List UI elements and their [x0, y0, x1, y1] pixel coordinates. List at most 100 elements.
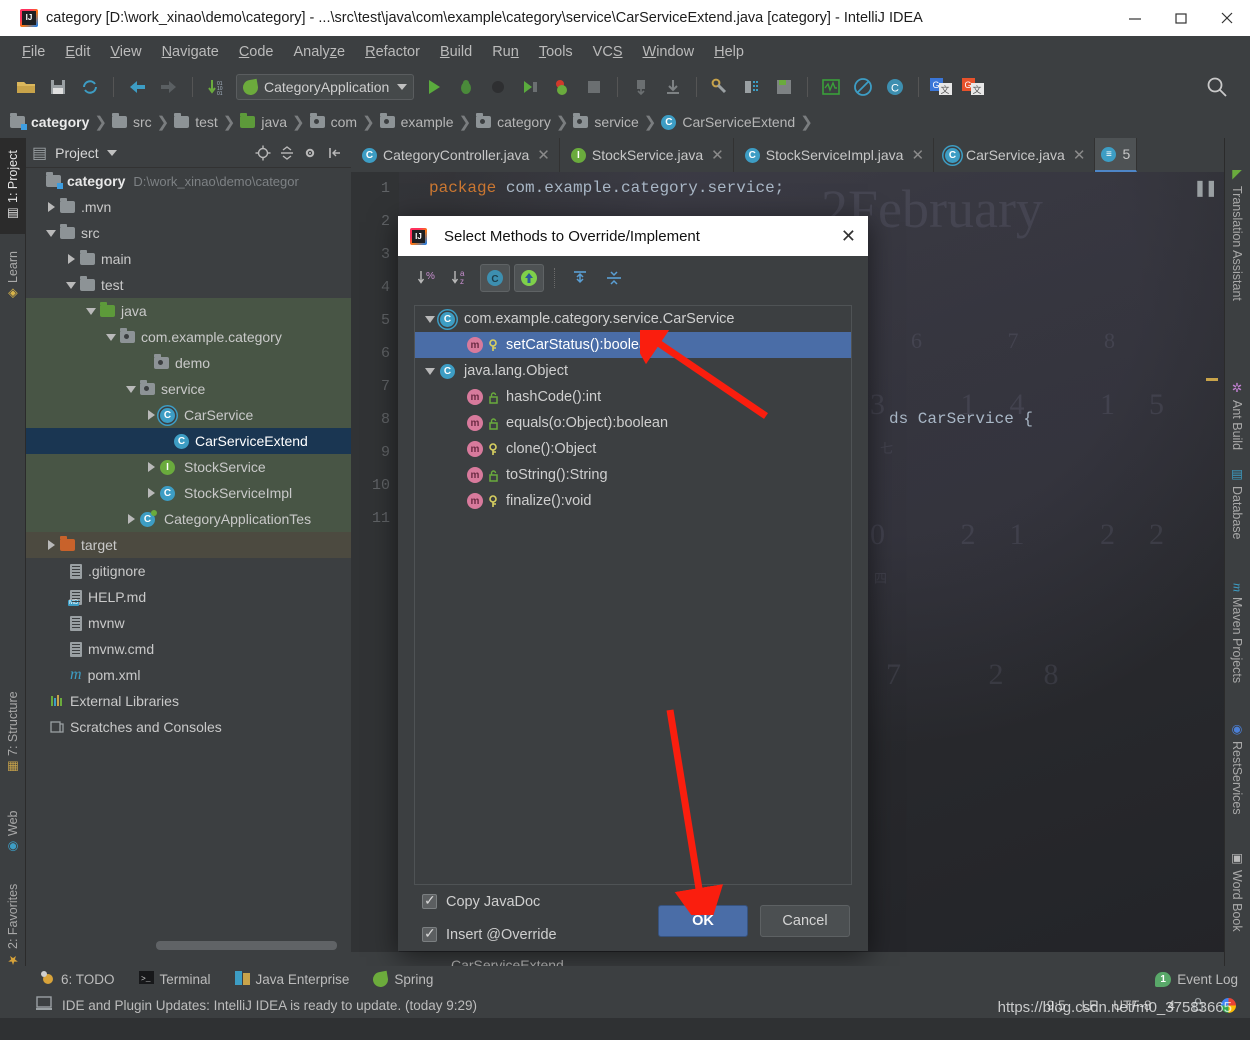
- checkbox-icon[interactable]: [422, 892, 437, 909]
- checkbox-icon[interactable]: [422, 925, 437, 942]
- project-tree[interactable]: category D:\work_xinao\demo\categor .mvn…: [26, 168, 351, 956]
- collapse-all-icon[interactable]: [277, 143, 297, 163]
- status-bar-message[interactable]: IDE and Plugin Updates: IntelliJ IDEA is…: [62, 998, 477, 1013]
- search-everywhere-icon[interactable]: [1204, 74, 1230, 100]
- tree-item-gitignore[interactable]: .gitignore: [26, 558, 351, 584]
- tree-twisty-down[interactable]: [124, 382, 138, 396]
- menu-item-refactor[interactable]: Refactor: [355, 41, 430, 63]
- tree-item-carservice[interactable]: C CarService: [26, 402, 351, 428]
- menu-item-run[interactable]: Run: [482, 41, 529, 63]
- breadcrumb-item-src[interactable]: src: [111, 113, 156, 130]
- event-log-button[interactable]: 1 Event Log: [1155, 971, 1250, 987]
- expand-all-icon[interactable]: [565, 264, 595, 292]
- save-all-icon[interactable]: [45, 74, 71, 100]
- close-tab-icon[interactable]: ✕: [537, 146, 550, 164]
- sidebar-item-database[interactable]: ▤ Database: [1224, 448, 1250, 558]
- sidebar-item-translation-assistant[interactable]: ◤ Translation Assistant: [1224, 148, 1250, 318]
- tree-item-categoryapplicationtests[interactable]: C CategoryApplicationTes: [26, 506, 351, 532]
- marker-stripe[interactable]: [1206, 378, 1218, 381]
- sidebar-item-restservices[interactable]: ◉ RestServices: [1224, 708, 1250, 828]
- close-tab-icon[interactable]: ✕: [711, 146, 724, 164]
- breadcrumb-item-service[interactable]: service: [573, 113, 642, 130]
- sort-alphabetically-icon[interactable]: az: [446, 264, 476, 292]
- tree-twisty-right[interactable]: [64, 252, 78, 266]
- translate-blue-icon[interactable]: G文: [929, 74, 955, 100]
- close-tab-icon[interactable]: ✕: [911, 146, 924, 164]
- menu-item-vcs[interactable]: VCS: [583, 41, 633, 63]
- monitor-icon[interactable]: [818, 74, 844, 100]
- sidebar-item-word-book[interactable]: ▣ Word Book: [1224, 838, 1250, 943]
- tree-twisty-right[interactable]: [144, 408, 158, 422]
- methods-list[interactable]: C com.example.category.service.CarServic…: [414, 305, 852, 885]
- tree-item-main[interactable]: main: [26, 246, 351, 272]
- bottom-item-spring[interactable]: Spring: [372, 970, 433, 988]
- bottom-item-terminal[interactable]: >_ Terminal: [138, 971, 211, 987]
- run-icon[interactable]: [421, 74, 447, 100]
- run-with-coverage-icon[interactable]: [485, 74, 511, 100]
- tree-twisty-right[interactable]: [144, 486, 158, 500]
- method-item-clone[interactable]: m clone():Object: [415, 436, 851, 462]
- tree-twisty-right[interactable]: [124, 512, 138, 526]
- save-project-icon[interactable]: [771, 74, 797, 100]
- tree-item-help-md[interactable]: MD HELP.md: [26, 584, 351, 610]
- tree-item-category[interactable]: category D:\work_xinao\demo\categor: [26, 168, 351, 194]
- ide-scripting-icon[interactable]: C: [882, 74, 908, 100]
- menu-item-edit[interactable]: Edit: [55, 41, 100, 63]
- breadcrumb-item-example[interactable]: example: [379, 113, 458, 130]
- method-item-tostring[interactable]: m toString():String: [415, 462, 851, 488]
- compile-icon[interactable]: 01 10 01: [203, 74, 229, 100]
- collapse-all-icon[interactable]: [599, 264, 629, 292]
- sidebar-item-favorites[interactable]: ★ 2: Favorites: [0, 873, 26, 978]
- tree-twisty-down[interactable]: [44, 226, 58, 240]
- no-entry-icon[interactable]: [850, 74, 876, 100]
- tree-item-stockservice[interactable]: I StockService: [26, 454, 351, 480]
- method-group-object[interactable]: C java.lang.Object: [415, 358, 851, 384]
- settings-icon[interactable]: [707, 74, 733, 100]
- sort-by-percent-icon[interactable]: %: [412, 264, 442, 292]
- debug-icon[interactable]: [453, 74, 479, 100]
- breadcrumb-item-java[interactable]: java: [240, 113, 291, 130]
- close-tab-icon[interactable]: ✕: [1073, 146, 1086, 164]
- editor-tab-stockservice[interactable]: I StockService.java ✕: [559, 138, 734, 172]
- ok-button[interactable]: OK: [658, 905, 748, 937]
- stop-red-icon[interactable]: [549, 74, 575, 100]
- editor-tab-more[interactable]: ≡ 5: [1095, 138, 1138, 172]
- show-class-icon[interactable]: C: [480, 264, 510, 292]
- tree-item-demo[interactable]: demo: [26, 350, 351, 376]
- profile-icon[interactable]: [517, 74, 543, 100]
- sidebar-item-learn[interactable]: ◈ Learn: [0, 242, 26, 312]
- tree-item-scratches-and-consoles[interactable]: Scratches and Consoles: [26, 714, 351, 740]
- tree-twisty-down[interactable]: [84, 304, 98, 318]
- tree-twisty-right[interactable]: [144, 460, 158, 474]
- tree-item-pom-xml[interactable]: m pom.xml: [26, 662, 351, 688]
- menu-item-window[interactable]: Window: [633, 41, 705, 63]
- hide-panel-icon[interactable]: [325, 143, 345, 163]
- tree-item-service[interactable]: service: [26, 376, 351, 402]
- editor-tab-carservice[interactable]: C CarService.java ✕: [934, 138, 1096, 172]
- sync-refresh-icon[interactable]: [77, 74, 103, 100]
- menu-item-view[interactable]: View: [100, 41, 151, 63]
- tree-item-com-example-category[interactable]: com.example.category: [26, 324, 351, 350]
- tree-item-target[interactable]: target: [26, 532, 351, 558]
- method-item-finalize[interactable]: m finalize():void: [415, 488, 851, 514]
- chevron-down-icon[interactable]: [397, 84, 408, 90]
- sidebar-item-web[interactable]: ◉ Web: [0, 793, 26, 873]
- stop-icon[interactable]: [581, 74, 607, 100]
- menu-item-help[interactable]: Help: [704, 41, 754, 63]
- method-item-equals[interactable]: m equals(o:Object):boolean: [415, 410, 851, 436]
- tree-item-test[interactable]: test: [26, 272, 351, 298]
- breadcrumb-item-test[interactable]: test: [174, 113, 222, 130]
- tree-item-carserviceextend[interactable]: C CarServiceExtend: [26, 428, 351, 454]
- download-icon[interactable]: [660, 74, 686, 100]
- tree-twisty-down[interactable]: [423, 312, 437, 326]
- show-implemented-icon[interactable]: [514, 264, 544, 292]
- tree-item-external-libraries[interactable]: External Libraries: [26, 688, 351, 714]
- close-icon[interactable]: [1204, 0, 1250, 36]
- tree-twisty-right[interactable]: [44, 200, 58, 214]
- tree-item-mvnw-cmd[interactable]: mvnw.cmd: [26, 636, 351, 662]
- tree-twisty-down[interactable]: [64, 278, 78, 292]
- back-arrow-icon[interactable]: [124, 74, 150, 100]
- menu-item-build[interactable]: Build: [430, 41, 482, 63]
- bottom-item-todo[interactable]: 6: TODO: [40, 970, 115, 988]
- bottom-item-java-enterprise[interactable]: Java Enterprise: [234, 970, 349, 988]
